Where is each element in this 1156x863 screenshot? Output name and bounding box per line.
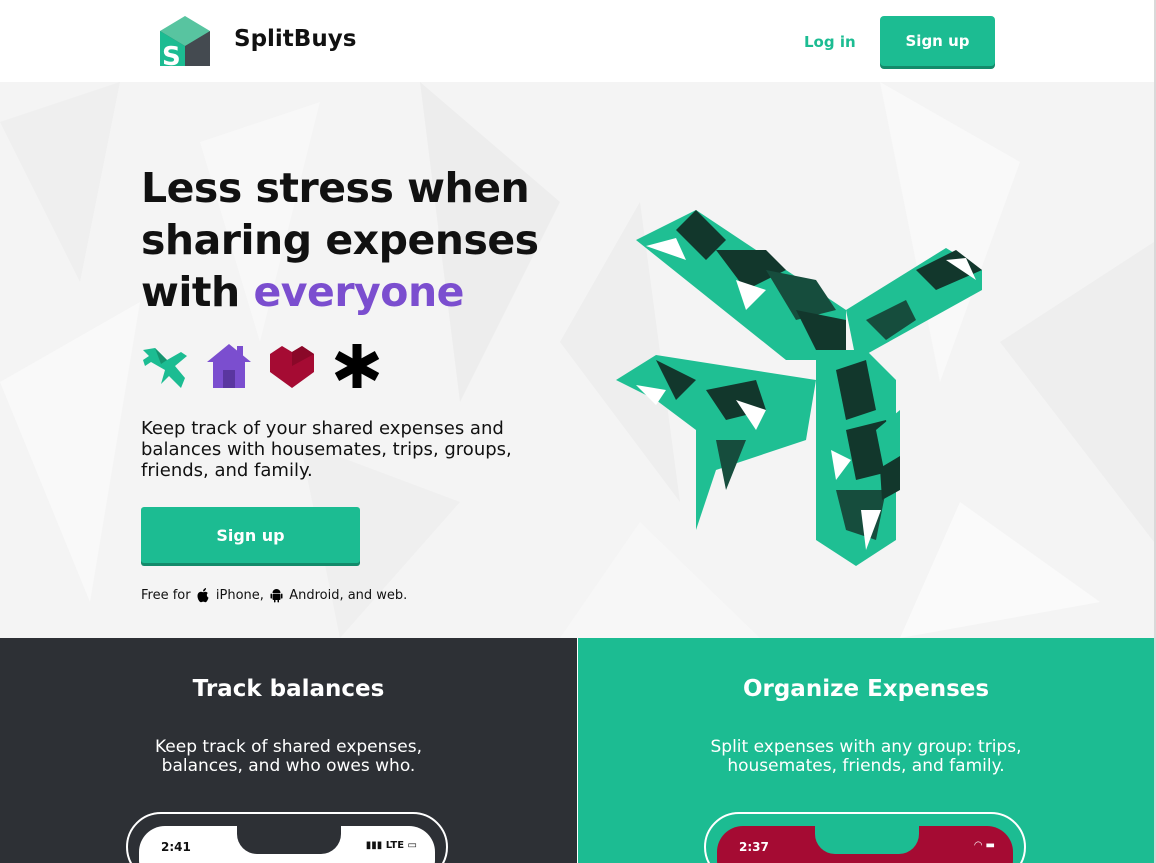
phone-notch xyxy=(815,826,919,854)
svg-text:S: S xyxy=(162,42,181,66)
platform-availability: Free for iPhone, Android, and web. xyxy=(141,588,407,603)
phone-status: ▮▮▮ LTE ▭ xyxy=(366,840,417,851)
battery-icon: ▬ xyxy=(985,840,995,851)
house-icon xyxy=(207,344,251,388)
phone-status: ◠ ▬ xyxy=(974,840,995,851)
network-label: LTE xyxy=(385,840,405,851)
asterisk-icon xyxy=(334,344,380,388)
phone-screen: 2:41 ▮▮▮ LTE ▭ xyxy=(139,826,435,863)
android-icon xyxy=(270,589,283,603)
airplane-icon xyxy=(143,348,187,388)
brand-name[interactable]: SplitBuys xyxy=(234,26,356,52)
phone-screen: 2:37 ◠ ▬ xyxy=(717,826,1013,863)
phone-time: 2:37 xyxy=(739,840,769,854)
heart-icon xyxy=(270,346,314,388)
feature-panel-track-balances: Track balances Keep track of shared expe… xyxy=(0,638,577,863)
apple-icon xyxy=(197,588,209,603)
wifi-icon: ◠ xyxy=(974,840,986,851)
header-signup-button[interactable]: Sign up xyxy=(880,16,995,66)
battery-icon: ▭ xyxy=(404,840,417,851)
feature-description: Keep track of shared expenses, balances,… xyxy=(154,737,422,776)
hero-headline: Less stress when sharing expenses with e… xyxy=(141,162,581,318)
phone-notch xyxy=(237,826,341,854)
feature-title: Organize Expenses xyxy=(742,676,990,702)
splitbuys-logo[interactable]: S xyxy=(160,16,210,66)
top-nav-bar: S SplitBuys Log in Sign up xyxy=(0,0,1154,82)
feature-title: Track balances xyxy=(192,676,385,702)
platforms-prefix: Free for xyxy=(141,588,191,603)
platforms-android-web: Android, and web. xyxy=(289,588,408,603)
login-link[interactable]: Log in xyxy=(804,33,856,51)
phone-mockup: 2:41 ▮▮▮ LTE ▭ xyxy=(126,812,448,863)
hero-signup-button[interactable]: Sign up xyxy=(141,507,360,563)
feature-panel-organize-expenses: Organize Expenses Split expenses with an… xyxy=(578,638,1154,863)
airplane-illustration xyxy=(616,210,982,566)
headline-accent: everyone xyxy=(253,268,465,316)
phone-mockup: 2:37 ◠ ▬ xyxy=(704,812,1026,863)
signal-icon: ▮▮▮ xyxy=(365,840,386,851)
phone-time: 2:41 xyxy=(161,840,191,854)
hero-description: Keep track of your shared expenses and b… xyxy=(141,418,512,481)
feature-description: Split expenses with any group: trips, ho… xyxy=(710,737,1022,776)
platforms-iphone: iPhone, xyxy=(215,588,264,603)
hero-section: Less stress when sharing expenses with e… xyxy=(0,82,1154,638)
